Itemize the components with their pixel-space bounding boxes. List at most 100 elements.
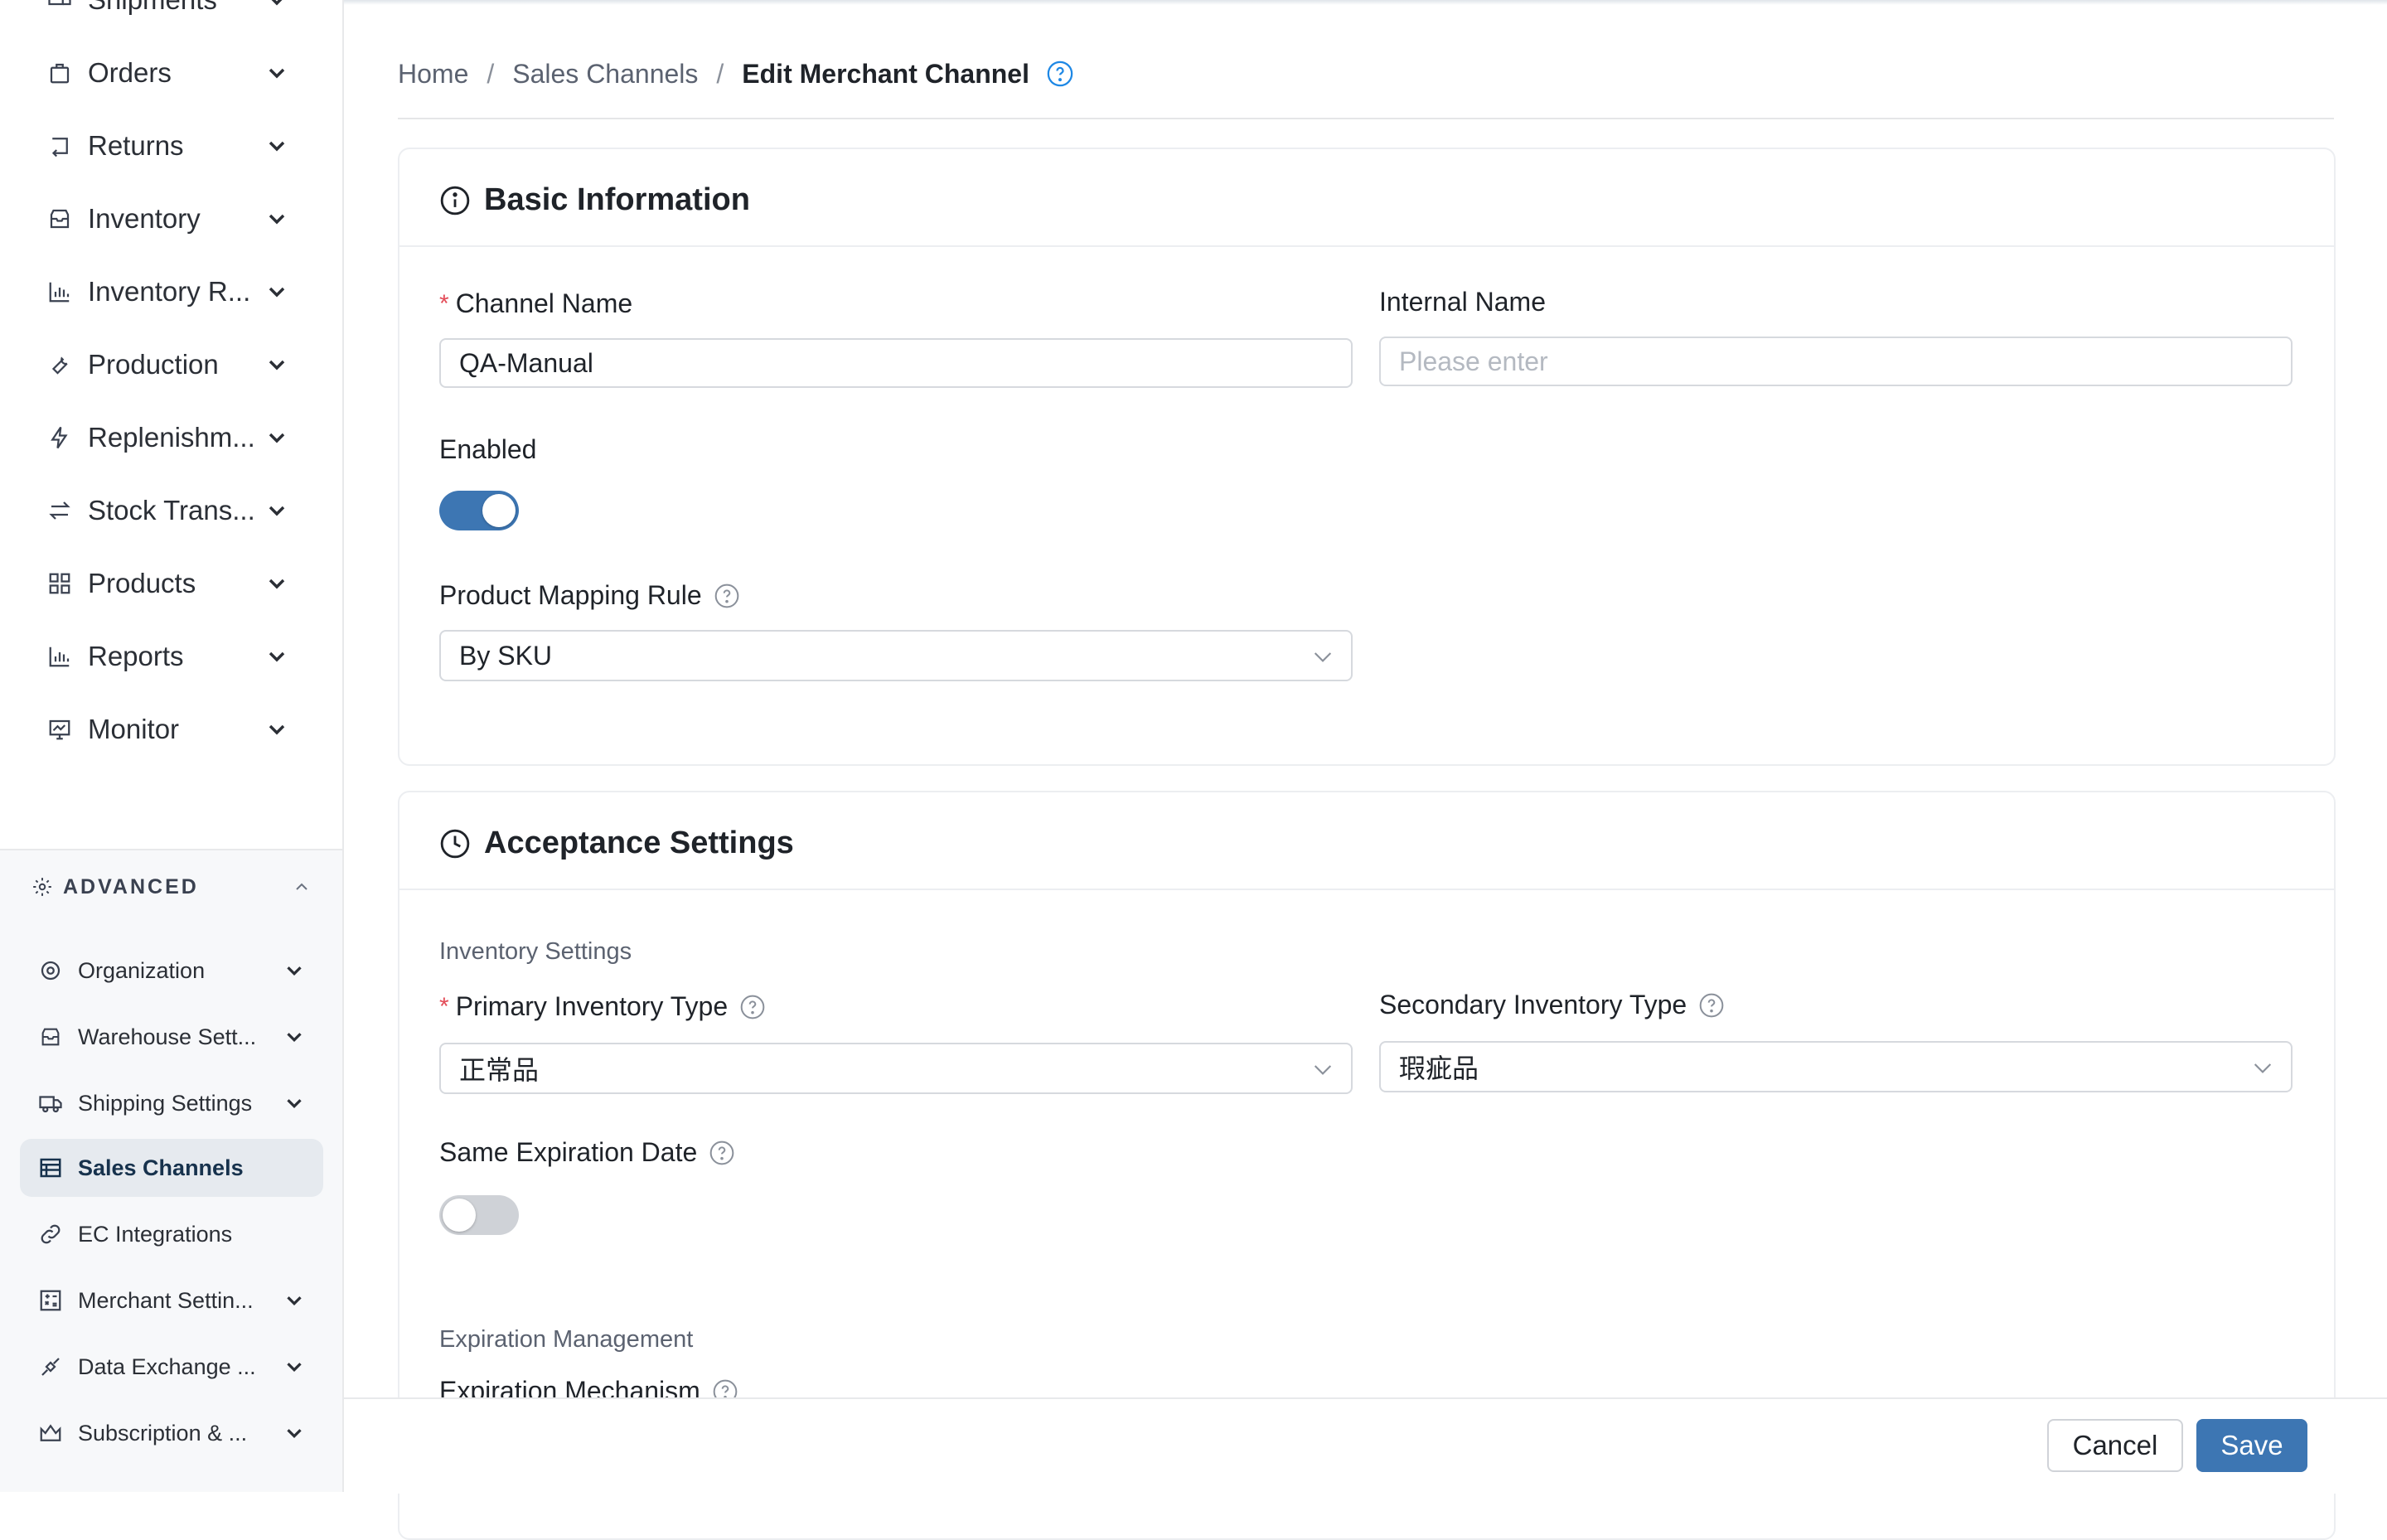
same-expiration-date-toggle[interactable] (439, 1195, 519, 1235)
chevron-down-icon (269, 141, 285, 152)
box-icon (45, 204, 75, 234)
sidebar-item-label: Production (88, 349, 219, 380)
card-header: Basic Information (399, 149, 2334, 247)
card-title: Basic Information (439, 182, 750, 218)
sidebar-item-ec-integrations[interactable]: EC Integrations (20, 1205, 323, 1263)
card-title-text: Acceptance Settings (484, 826, 794, 860)
top-shadow (344, 0, 2387, 5)
product-mapping-rule-label: Product Mapping Rule (439, 580, 740, 611)
sidebar-item-label: Stock Trans... (88, 495, 255, 525)
sidebar-item-products[interactable]: Products (20, 550, 302, 617)
sidebar-item-label: Inventory R... (88, 276, 251, 307)
breadcrumb-divider (398, 118, 2334, 119)
secondary-inventory-type-select[interactable]: 瑕疵品 (1379, 1041, 2293, 1092)
question-icon[interactable] (709, 1140, 735, 1166)
sidebar-item-merchant-settings[interactable]: Merchant Settin... (20, 1271, 323, 1329)
sidebar-item-returns[interactable]: Returns (20, 113, 302, 179)
sidebar-item-label: Reports (88, 641, 184, 671)
wrench-icon (45, 350, 75, 380)
return-icon (45, 131, 75, 161)
sidebar-item-production[interactable]: Production (20, 332, 302, 398)
gear-icon (33, 878, 51, 896)
sidebar-item-label: Warehouse Sett... (78, 1024, 257, 1049)
required-asterisk: * (439, 992, 449, 1020)
chevron-up-icon[interactable] (292, 877, 312, 897)
info-icon (439, 185, 471, 216)
sidebar-item-monitor[interactable]: Monitor (20, 696, 302, 763)
select-value: 正常品 (459, 1055, 540, 1085)
monitor-icon (45, 714, 75, 744)
chevron-down-icon (269, 506, 285, 516)
select-value: By SKU (459, 640, 553, 671)
same-expiration-date-label: Same Expiration Date (439, 1137, 735, 1168)
question-icon[interactable] (739, 994, 766, 1020)
expiration-management-heading: Expiration Management (439, 1326, 694, 1353)
breadcrumb-sales-channels[interactable]: Sales Channels (512, 59, 698, 90)
sidebar-item-label: Merchant Settin... (78, 1287, 254, 1313)
question-icon[interactable] (714, 583, 740, 609)
sidebar-item-shipping-settings[interactable]: Shipping Settings (20, 1074, 323, 1132)
chevron-down-icon (269, 360, 285, 370)
label-text: Product Mapping Rule (439, 580, 702, 610)
advanced-section-header[interactable]: ADVANCED (31, 872, 199, 902)
toggle-knob (443, 1199, 476, 1232)
sidebar-item-inventory-reports[interactable]: Inventory R... (20, 259, 302, 325)
enabled-toggle[interactable] (439, 491, 519, 530)
breadcrumb: Home / Sales Channels / Edit Merchant Ch… (398, 55, 1074, 93)
chevron-down-icon (269, 214, 285, 225)
bar-chart-icon (45, 642, 75, 671)
breadcrumb-separator: / (716, 58, 724, 89)
sidebar-item-subscription[interactable]: Subscription & ... (20, 1404, 323, 1462)
store-icon (36, 1154, 65, 1182)
help-icon[interactable] (1046, 60, 1074, 88)
chevron-down-icon (269, 651, 285, 662)
sidebar-item-label: Inventory (88, 203, 201, 234)
chevron-down-icon (269, 287, 285, 298)
crown-icon (36, 1419, 65, 1447)
box-icon (36, 1023, 65, 1051)
sidebar-item-organization[interactable]: Organization (20, 942, 323, 1000)
sidebar-item-reports[interactable]: Reports (20, 623, 302, 690)
enabled-label: Enabled (439, 434, 537, 464)
bolt-icon (45, 423, 75, 453)
sidebar-item-replenishment[interactable]: Replenishm... (20, 404, 302, 471)
select-value: 瑕疵品 (1399, 1053, 1479, 1083)
channel-name-input[interactable] (439, 338, 1353, 388)
plug-icon (36, 1353, 65, 1381)
sidebar-item-stock-transfer[interactable]: Stock Trans... (20, 477, 302, 544)
sidebar-item-data-exchange[interactable]: Data Exchange ... (20, 1338, 323, 1396)
save-button[interactable]: Save (2196, 1419, 2307, 1472)
primary-inventory-type-select[interactable]: 正常品 (439, 1043, 1353, 1094)
card-header: Acceptance Settings (399, 792, 2334, 890)
sidebar-item-warehouse-settings[interactable]: Warehouse Sett... (20, 1008, 323, 1066)
grid-icon (45, 569, 75, 598)
label-text: Secondary Inventory Type (1379, 990, 1687, 1019)
sidebar-item-label: Data Exchange ... (78, 1354, 256, 1379)
chevron-down-icon (269, 724, 285, 735)
calculator-icon (36, 1286, 65, 1315)
cancel-button[interactable]: Cancel (2047, 1419, 2183, 1472)
chevron-down-icon (2254, 1063, 2272, 1073)
sidebar-item-label: Shipments (88, 0, 217, 16)
internal-name-input[interactable] (1379, 337, 2293, 386)
clock-icon (439, 828, 471, 860)
sidebar-item-sales-channels[interactable]: Sales Channels (20, 1139, 323, 1197)
advanced-title: ADVANCED (63, 874, 199, 898)
breadcrumb-home[interactable]: Home (398, 59, 468, 90)
chevron-down-icon (287, 1429, 302, 1439)
question-icon[interactable] (1698, 992, 1725, 1019)
sidebar-item-label: Returns (88, 130, 184, 161)
sidebar-item-orders[interactable]: Orders (20, 40, 302, 106)
gear-icon (36, 956, 65, 985)
chevron-down-icon (271, 0, 283, 6)
chevron-down-icon (287, 1296, 302, 1306)
sidebar-item-inventory[interactable]: Inventory (20, 186, 302, 252)
sidebar-item-label: Products (88, 568, 196, 598)
secondary-inventory-type-label: Secondary Inventory Type (1379, 990, 1725, 1020)
chevron-down-icon (1314, 1065, 1332, 1075)
chevron-down-icon (287, 1099, 302, 1109)
sidebar-item-label: Replenishm... (88, 422, 255, 453)
product-mapping-rule-select[interactable]: By SKU (439, 630, 1353, 681)
chevron-down-icon (269, 68, 285, 79)
sidebar-item-shipments[interactable]: Shipments (20, 0, 302, 33)
